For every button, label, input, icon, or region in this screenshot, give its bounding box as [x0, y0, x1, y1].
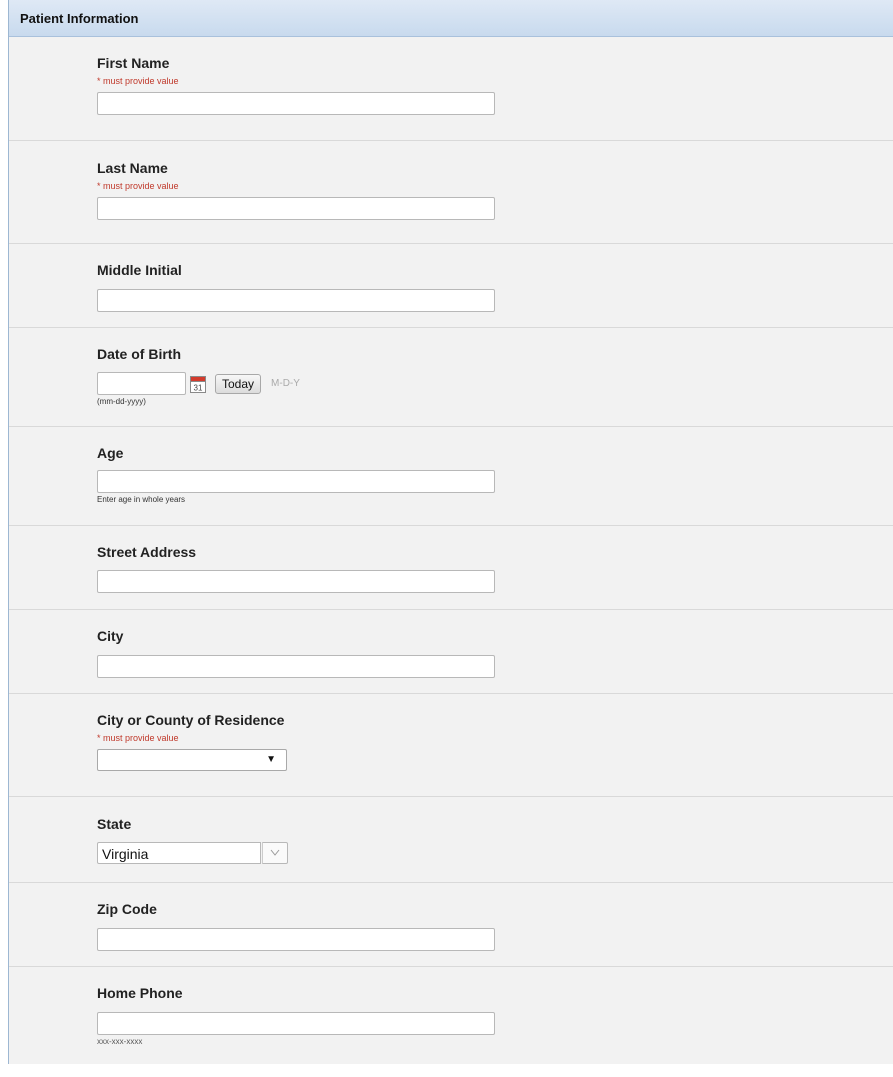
city-input[interactable] [97, 655, 495, 678]
first-name-row: First Name * must provide value [9, 37, 893, 141]
today-button[interactable]: Today [215, 373, 262, 394]
last-name-input[interactable] [97, 197, 495, 220]
home-phone-row: Home Phone xxx-xxx-xxxx [9, 967, 893, 1077]
first-name-label: First Name [97, 55, 170, 71]
zip-code-label: Zip Code [97, 901, 157, 917]
state-dropdown-button[interactable] [262, 842, 288, 864]
chevron-down-icon [270, 849, 280, 856]
first-name-input[interactable] [97, 92, 495, 115]
home-phone-hint: xxx-xxx-xxxx [97, 1037, 143, 1046]
state-label: State [97, 816, 132, 832]
first-name-required-note: * must provide value [97, 76, 179, 86]
street-address-label: Street Address [97, 544, 197, 560]
street-address-input[interactable] [97, 570, 495, 593]
county-required-note: * must provide value [97, 733, 179, 743]
age-hint: Enter age in whole years [97, 495, 186, 504]
date-of-birth-label: Date of Birth [97, 346, 181, 362]
home-phone-input[interactable] [97, 1012, 495, 1035]
date-format-label: M-D-Y [271, 378, 300, 389]
date-of-birth-input[interactable] [97, 372, 186, 395]
age-label: Age [97, 445, 124, 461]
city-label: City [97, 628, 124, 644]
county-of-residence-label: City or County of Residence [97, 712, 285, 728]
chevron-down-icon: ▼ [266, 754, 276, 765]
home-phone-label: Home Phone [97, 985, 183, 1001]
patient-information-panel: Patient Information First Name * must pr… [8, 0, 893, 1064]
age-input[interactable] [97, 470, 495, 493]
svg-text:31: 31 [194, 383, 203, 392]
county-of-residence-select[interactable]: ▼ [97, 749, 287, 771]
middle-initial-label: Middle Initial [97, 262, 182, 278]
last-name-label: Last Name [97, 160, 168, 176]
date-of-birth-row: Date of Birth 31 Today M-D-Y (mm-dd-yyyy… [9, 328, 893, 427]
date-of-birth-hint: (mm-dd-yyyy) [97, 397, 146, 406]
age-row: Age Enter age in whole years [9, 427, 893, 526]
zip-code-input[interactable] [97, 928, 495, 951]
section-title: Patient Information [20, 11, 139, 26]
middle-initial-row: Middle Initial [9, 244, 893, 328]
section-header: Patient Information [9, 0, 893, 37]
county-of-residence-row: City or County of Residence * must provi… [9, 694, 893, 797]
state-row: State Virginia [9, 797, 893, 883]
last-name-required-note: * must provide value [97, 181, 179, 191]
state-combobox-input[interactable]: Virginia [97, 842, 261, 864]
zip-code-row: Zip Code [9, 883, 893, 967]
calendar-icon[interactable]: 31 [190, 375, 206, 393]
last-name-row: Last Name * must provide value [9, 141, 893, 244]
middle-initial-input[interactable] [97, 289, 495, 312]
street-address-row: Street Address [9, 526, 893, 610]
city-row: City [9, 610, 893, 694]
